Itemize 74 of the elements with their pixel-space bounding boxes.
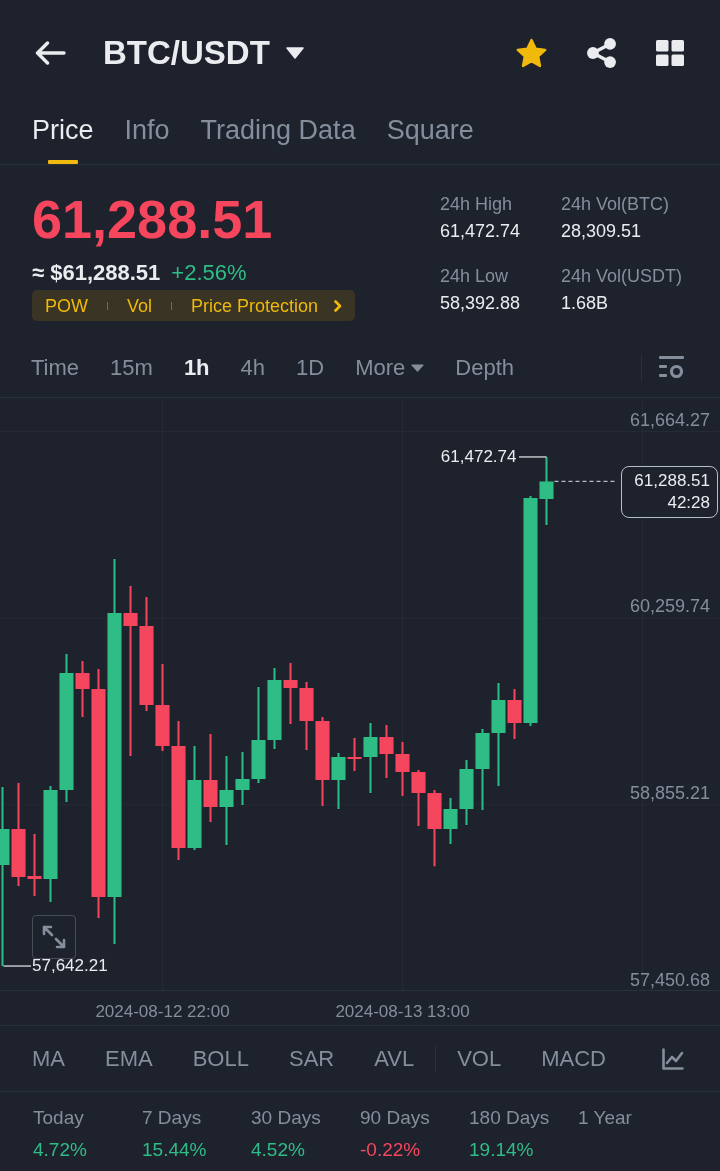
stat-value: 28,309.51 (561, 220, 643, 243)
indicator-option[interactable]: EMA (105, 1044, 153, 1073)
period-change: 15.44% (142, 1138, 207, 1162)
interval-tab[interactable]: Depth (455, 353, 514, 382)
stat-label: 24h High (440, 193, 514, 216)
tag-bar[interactable]: POW Vol Price Protection (32, 290, 356, 321)
indicator-option[interactable]: MACD (541, 1044, 606, 1073)
time-axis-label: 2024-08-13 13:00 (335, 1002, 470, 1022)
chevron-right-icon (334, 299, 343, 312)
leader-line (518, 456, 548, 458)
pair-selector[interactable]: BTC/USDT (103, 33, 304, 73)
price-axis-label: 57,450.68 (629, 969, 710, 990)
period-label: Today (33, 1106, 84, 1130)
candle (459, 760, 474, 825)
tab[interactable]: Square (386, 106, 474, 146)
period-label: 7 Days (142, 1106, 202, 1130)
period-change: -0.22% (360, 1138, 421, 1162)
time-axis-label: 2024-08-12 22:00 (95, 1002, 230, 1022)
interval-tab[interactable]: 1h (183, 353, 210, 382)
candle (299, 682, 314, 750)
converted-price: ≈ $61,288.51 (32, 260, 161, 286)
star-icon[interactable] (516, 38, 547, 68)
interval-tab[interactable]: 4h (240, 353, 266, 382)
candle (283, 663, 298, 724)
indicator-option[interactable]: VOL (457, 1044, 502, 1073)
indicator-chart-icon[interactable] (662, 1047, 684, 1070)
expand-chart-button[interactable] (32, 915, 76, 959)
tag-label: POW (45, 294, 88, 317)
tag-label: Vol (127, 294, 153, 317)
caret-down-icon (285, 47, 304, 59)
last-price: 61,288.51 (32, 192, 273, 246)
period-label: 30 Days (251, 1106, 321, 1130)
interval-tab[interactable]: More (355, 353, 425, 382)
period-label: 1 Year (578, 1106, 632, 1130)
period-label: 180 Days (469, 1106, 550, 1130)
period-label: 90 Days (360, 1106, 430, 1130)
price-axis-label: 61,664.27 (629, 409, 710, 430)
indicator-option[interactable]: SAR (288, 1044, 335, 1073)
expand-icon (42, 925, 66, 949)
indicator-option[interactable]: MA (32, 1044, 65, 1073)
last-price-value: 61,288.51 (634, 470, 710, 493)
indicator-option[interactable]: BOLL (192, 1044, 249, 1073)
grid-menu-icon[interactable] (656, 40, 684, 66)
interval-tab[interactable]: 15m (110, 353, 153, 382)
stat-label: 24h Vol(USDT) (561, 265, 684, 288)
candle (395, 742, 410, 796)
stat-value: 61,472.74 (440, 220, 522, 243)
tab[interactable]: Price (32, 106, 94, 164)
stat-value: 58,392.88 (440, 292, 522, 315)
leader-line (2, 965, 32, 967)
interval-tab[interactable]: Time (31, 353, 80, 382)
low-price-label: 57,642.21 (32, 956, 108, 977)
candle (379, 725, 394, 778)
stat-label: 24h Low (440, 265, 510, 288)
candle-countdown: 42:28 (667, 492, 710, 515)
indicator-option[interactable]: AVL (374, 1044, 415, 1073)
stat-value: 1.68B (561, 292, 610, 315)
tab[interactable]: Info (124, 106, 170, 146)
period-change: 4.72% (33, 1138, 87, 1162)
high-price-label: 61,472.74 (440, 446, 517, 467)
price-axis-label: 60,259.74 (629, 596, 710, 617)
period-change: 19.14% (469, 1138, 534, 1162)
back-arrow-icon[interactable] (35, 41, 66, 65)
tag-label: Price Protection (191, 294, 319, 317)
price-change: +2.56% (171, 260, 247, 286)
period-change: 4.52% (251, 1138, 305, 1162)
stat-label: 24h Vol(BTC) (561, 193, 671, 216)
price-axis-label: 58,855.21 (629, 782, 710, 803)
candle (411, 770, 426, 826)
last-price-line (553, 480, 618, 483)
share-icon[interactable] (587, 38, 616, 68)
tab[interactable]: Trading Data (200, 106, 356, 146)
chart-settings-icon[interactable] (659, 355, 684, 380)
interval-tab[interactable]: 1D (296, 353, 325, 382)
